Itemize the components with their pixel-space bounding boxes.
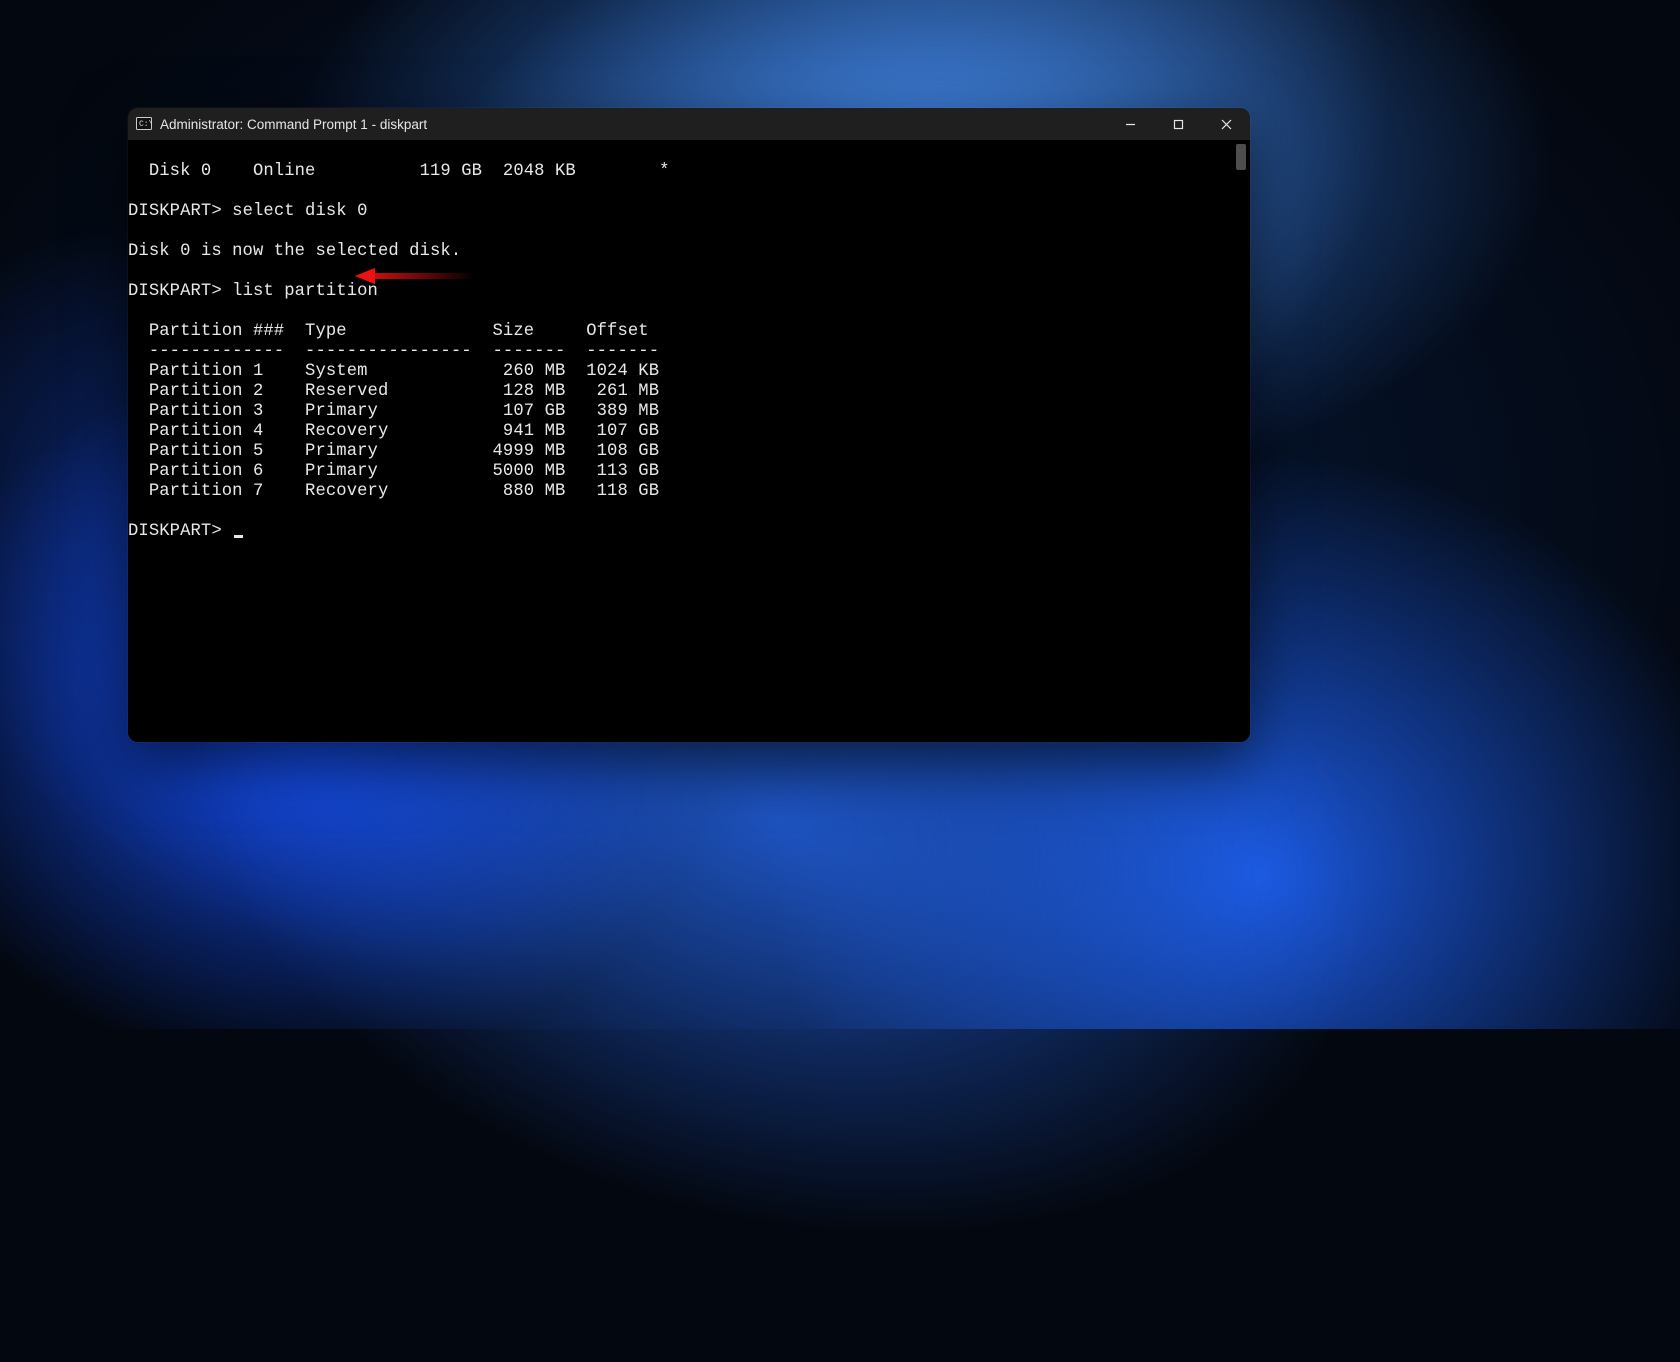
terminal-text: Disk 0 Online 119 GB 2048 KB * DISKPART>…	[128, 162, 1250, 542]
cmd-icon: C:\	[136, 116, 152, 132]
maximize-button[interactable]	[1154, 108, 1202, 140]
minimize-button[interactable]	[1106, 108, 1154, 140]
close-button[interactable]	[1202, 108, 1250, 140]
window-titlebar[interactable]: C:\ Administrator: Command Prompt 1 - di…	[128, 108, 1250, 140]
terminal-output[interactable]: Disk 0 Online 119 GB 2048 KB * DISKPART>…	[128, 140, 1250, 742]
scrollbar-thumb[interactable]	[1236, 144, 1246, 170]
vertical-scrollbar[interactable]	[1234, 144, 1248, 740]
command-prompt-window: C:\ Administrator: Command Prompt 1 - di…	[128, 108, 1250, 742]
window-title: Administrator: Command Prompt 1 - diskpa…	[160, 117, 427, 132]
text-cursor	[234, 535, 243, 538]
svg-text:C:\: C:\	[139, 120, 152, 129]
